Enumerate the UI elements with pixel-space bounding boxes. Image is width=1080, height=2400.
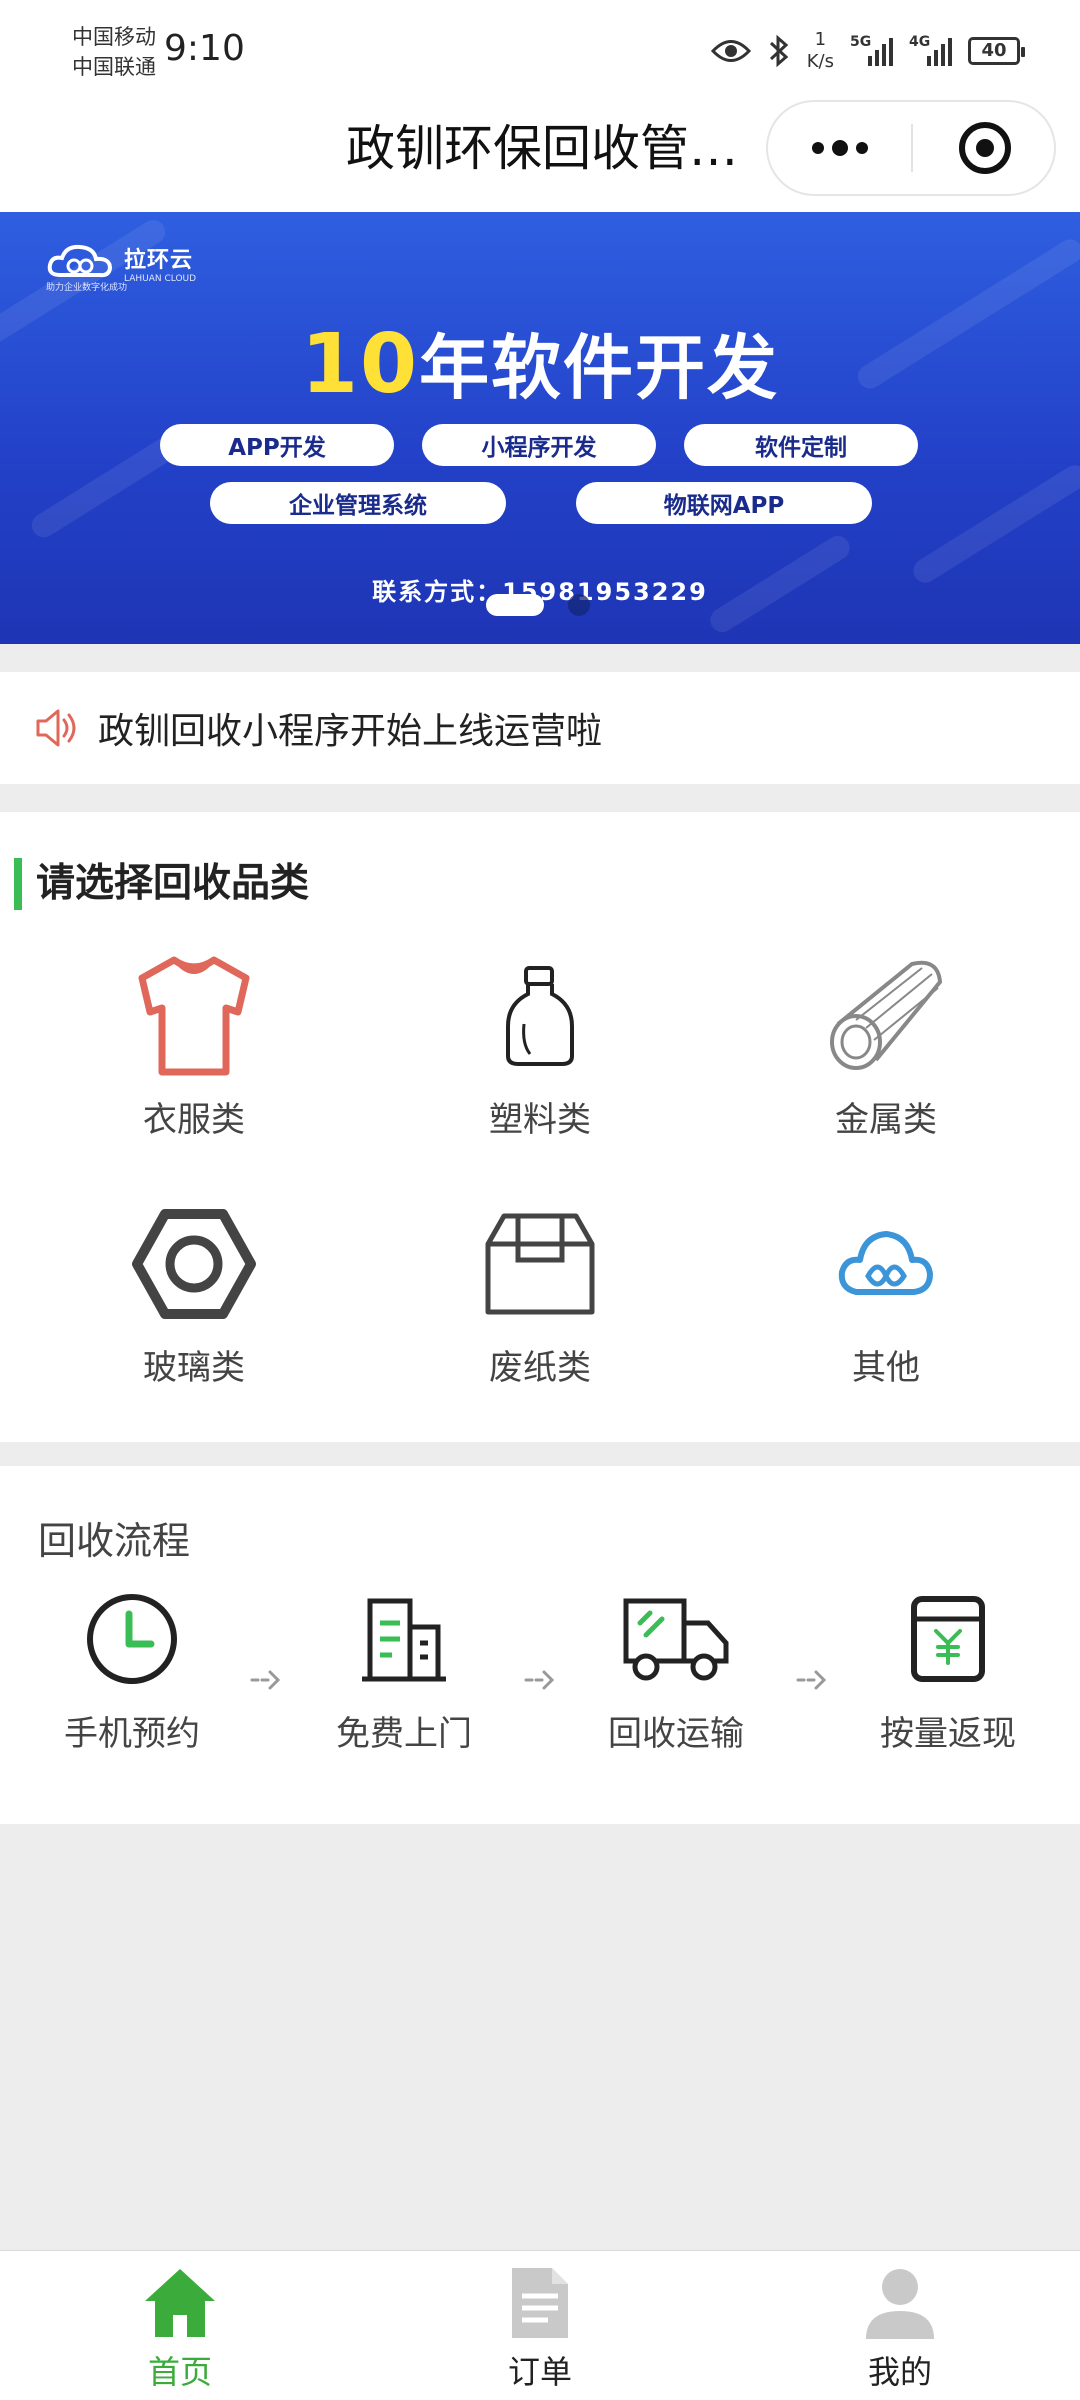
process-title: 回收流程 bbox=[38, 1519, 191, 1563]
category-metal[interactable]: 金属类 bbox=[756, 952, 1016, 1141]
shirt-icon bbox=[138, 956, 250, 1076]
carousel-dot[interactable] bbox=[568, 594, 590, 616]
tab-label: 订单 bbox=[507, 2353, 572, 2391]
mini-program-capsule bbox=[766, 100, 1056, 196]
service-pill: 物联网APP bbox=[576, 482, 872, 524]
building-icon bbox=[362, 1598, 446, 1682]
carrier-2: 中国联通 bbox=[72, 55, 156, 79]
net-speed-value: 1 bbox=[814, 29, 827, 50]
category-paper[interactable]: 废纸类 bbox=[410, 1200, 670, 1389]
category-section: 请选择回收品类 衣服类 塑料类 金属类 玻璃类 废纸类 其他 bbox=[0, 812, 1080, 1442]
home-icon bbox=[145, 2269, 215, 2337]
service-pill: 软件定制 bbox=[684, 424, 918, 466]
status-time: 9:10 bbox=[164, 28, 245, 69]
more-button[interactable] bbox=[768, 102, 911, 194]
target-close-icon bbox=[958, 122, 1011, 174]
banner-headline: 10年软件开发 bbox=[0, 312, 1080, 413]
process-step-label: 手机预约 bbox=[64, 1714, 200, 1754]
truck-icon bbox=[623, 1598, 729, 1681]
notice-bar[interactable]: 政钏回收小程序开始上线运营啦 bbox=[0, 672, 1080, 784]
service-pill: APP开发 bbox=[160, 424, 394, 466]
process-step-label: 回收运输 bbox=[608, 1714, 744, 1754]
eye-icon bbox=[710, 40, 751, 62]
brand-logo: 拉环云 LAHUAN CLOUD bbox=[46, 242, 196, 284]
box-icon bbox=[485, 1213, 595, 1315]
close-button[interactable] bbox=[913, 102, 1056, 194]
signal-5g-label: 5G bbox=[850, 34, 872, 50]
tab-label: 我的 bbox=[867, 2353, 932, 2391]
category-label: 玻璃类 bbox=[143, 1348, 245, 1388]
chevron-right-icon bbox=[524, 1670, 555, 1690]
category-other[interactable]: 其他 bbox=[756, 1200, 1016, 1389]
category-clothes[interactable]: 衣服类 bbox=[64, 952, 324, 1141]
status-icons: 1 K/s 5G 4G 40 bbox=[710, 26, 1025, 76]
section-title: 请选择回收品类 bbox=[14, 858, 309, 910]
brand-name: 拉环云 bbox=[124, 248, 194, 273]
chevron-right-icon bbox=[796, 1670, 827, 1690]
chevron-right-icon bbox=[250, 1670, 281, 1690]
user-icon bbox=[866, 2269, 934, 2339]
battery-icon: 40 bbox=[968, 37, 1025, 65]
carrier-1: 中国移动 bbox=[72, 25, 156, 49]
category-plastic[interactable]: 塑料类 bbox=[410, 952, 670, 1141]
clock-icon bbox=[87, 1594, 177, 1684]
category-label: 废纸类 bbox=[489, 1348, 591, 1388]
process-step: 回收运输 bbox=[566, 1584, 786, 1755]
signal-4g-label: 4G bbox=[909, 34, 931, 50]
headline-number: 10 bbox=[300, 317, 420, 412]
carousel-dot-active[interactable] bbox=[486, 594, 544, 616]
tab-orders[interactable]: 订单 bbox=[430, 2261, 650, 2393]
process-section: 回收流程 手机预约 免费上门 回收运输 按量返现 bbox=[0, 1466, 1080, 1824]
tab-mine[interactable]: 我的 bbox=[790, 2261, 1010, 2393]
notice-text: 政钏回收小程序开始上线运营啦 bbox=[98, 711, 603, 752]
nav-bar: 政钏环保回收管理系统 bbox=[0, 100, 1080, 212]
category-glass[interactable]: 玻璃类 bbox=[64, 1200, 324, 1389]
process-step: 手机预约 bbox=[22, 1584, 242, 1755]
bluetooth-icon bbox=[769, 34, 788, 68]
status-bar: 中国移动 中国联通 9:10 1 K/s 5G 4G 40 bbox=[0, 0, 1080, 100]
cloud-icon bbox=[838, 1231, 933, 1295]
tab-label: 首页 bbox=[147, 2353, 212, 2391]
document-icon bbox=[512, 2268, 568, 2338]
hex-nut-icon bbox=[132, 1209, 256, 1319]
service-pill: 小程序开发 bbox=[422, 424, 656, 466]
category-label: 塑料类 bbox=[489, 1100, 591, 1140]
tab-home[interactable]: 首页 bbox=[70, 2261, 290, 2393]
category-label: 其他 bbox=[852, 1348, 920, 1388]
brand-tagline: 助力企业数字化成功 bbox=[46, 283, 128, 293]
service-pill: 企业管理系统 bbox=[210, 482, 506, 524]
signal-5g-icon: 5G bbox=[850, 34, 893, 66]
promo-banner[interactable]: 拉环云 LAHUAN CLOUD 助力企业数字化成功 10年软件开发 APP开发… bbox=[0, 212, 1080, 644]
carrier-info: 中国移动 中国联通 bbox=[72, 22, 156, 82]
metal-pipe-icon bbox=[830, 960, 943, 1070]
net-speed-unit: K/s bbox=[806, 51, 834, 72]
process-step-label: 按量返现 bbox=[880, 1714, 1016, 1754]
process-step: 免费上门 bbox=[294, 1584, 514, 1755]
yuan-wallet-icon bbox=[911, 1596, 985, 1682]
process-step: 按量返现 bbox=[838, 1584, 1058, 1755]
process-step-label: 免费上门 bbox=[336, 1714, 472, 1754]
signal-4g-icon: 4G bbox=[909, 34, 952, 66]
net-speed: 1 K/s bbox=[807, 29, 834, 73]
headline-text: 年软件开发 bbox=[419, 327, 780, 409]
page-title: 政钏环保回收管理系统 bbox=[346, 120, 746, 177]
tab-bar: 首页 订单 我的 bbox=[0, 2250, 1080, 2400]
more-dots-icon bbox=[811, 140, 868, 156]
brand-cloud-icon bbox=[47, 244, 113, 278]
bottle-icon bbox=[506, 966, 574, 1066]
brand-sub: LAHUAN CLOUD bbox=[124, 274, 197, 284]
category-label: 衣服类 bbox=[143, 1100, 245, 1140]
category-label: 金属类 bbox=[835, 1100, 937, 1140]
speaker-icon bbox=[36, 709, 76, 747]
